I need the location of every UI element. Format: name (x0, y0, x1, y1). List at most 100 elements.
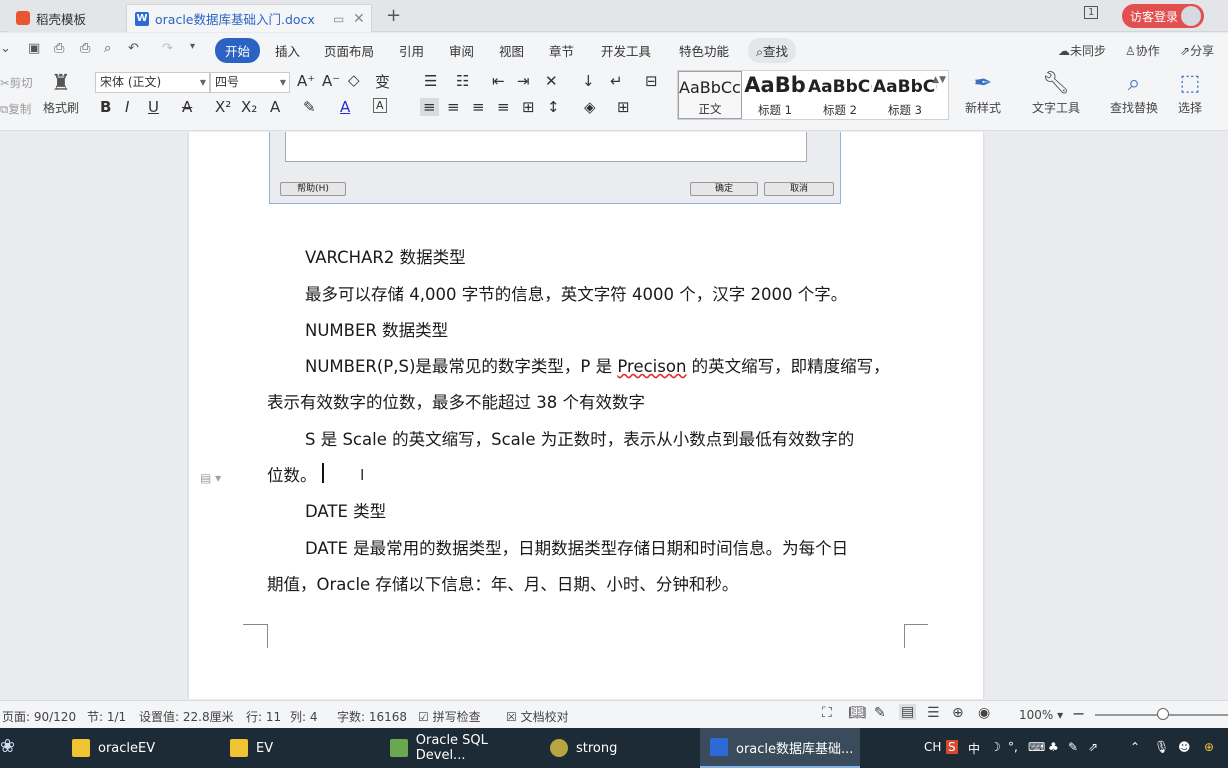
tab-templates[interactable]: 稻壳模板 (8, 4, 124, 32)
ime-mode-icon[interactable]: 中 (968, 740, 980, 757)
tab-document[interactable]: W oracle数据库基础入门.docx ▭ ✕ (126, 4, 372, 32)
menu-review[interactable]: 审阅 (449, 41, 474, 60)
style-heading-1[interactable]: AaBb 标题 1 (743, 71, 807, 119)
proofread-button[interactable]: ☒ 文档校对 (506, 708, 569, 725)
sort-icon[interactable]: ↓ (582, 72, 595, 90)
paragraph-varchar2-desc[interactable]: 最多可以存储 4,000 字节的信息，英文字符 4000 个，汉字 2000 个… (305, 281, 847, 305)
table-layout-icon[interactable]: ⊟ (645, 72, 658, 90)
numbering-icon[interactable]: ☷ (456, 72, 469, 90)
distribute-icon[interactable]: ⊞ (522, 98, 535, 116)
qq-icon[interactable]: ☻ (1178, 740, 1191, 754)
chevron-up-icon[interactable]: ⌃ (1130, 740, 1140, 754)
close-tab-icon[interactable]: ✕ (353, 11, 365, 27)
task-oracleev[interactable]: oracleEV (62, 728, 212, 768)
menu-layout[interactable]: 页面布局 (324, 41, 374, 60)
punct-icon[interactable]: °, (1008, 740, 1018, 754)
add-icon[interactable]: ⊕ (1204, 740, 1214, 754)
chevron-down-icon[interactable]: ⌄ (0, 41, 11, 56)
start-icon[interactable]: ❀ (0, 736, 15, 757)
decrease-indent-icon[interactable]: ⇤ (492, 72, 505, 90)
microphone-icon[interactable]: 🎙︎ (1154, 740, 1169, 754)
status-page[interactable]: 页面: 90/120 (2, 708, 76, 725)
bullets-icon[interactable]: ☰ (424, 72, 437, 90)
subscript-icon[interactable]: X₂ (241, 98, 257, 116)
page-view-icon[interactable]: ▤ (899, 704, 917, 720)
align-center-icon[interactable]: ≡ (447, 98, 460, 116)
paragraph-number-heading[interactable]: NUMBER 数据类型 (305, 317, 448, 341)
find-replace-button[interactable]: ⌕ 查找替换 (1104, 71, 1164, 116)
login-button[interactable]: 访客登录 (1122, 4, 1204, 28)
font-color-icon[interactable]: A (340, 98, 350, 116)
edit-mode-icon[interactable]: ✎ (874, 705, 886, 721)
reading-mode-icon[interactable]: 📖︎ (848, 705, 866, 721)
customize-icon[interactable]: ▾ (190, 41, 195, 52)
task-wps-document[interactable]: oracle数据库基础... (700, 728, 860, 768)
restore-tab-icon[interactable]: ▭ (333, 12, 344, 26)
document-area[interactable]: 帮助(H) 确定 取消 VARCHAR2 数据类型 最多可以存储 4,000 字… (0, 132, 1228, 699)
paragraph-options-icon[interactable]: ▤ ▾ (200, 471, 221, 485)
undo-icon[interactable]: ↶ (128, 41, 139, 56)
task-ev[interactable]: EV (220, 728, 370, 768)
new-tab-button[interactable]: + (386, 5, 401, 26)
style-heading-2[interactable]: AaBbC( 标题 2 (808, 71, 872, 119)
menu-insert[interactable]: 插入 (275, 41, 300, 60)
line-spacing-icon[interactable]: ↕ (547, 98, 560, 116)
font-name-select[interactable]: 宋体 (正文) ▼ (95, 72, 210, 93)
open-icon[interactable]: ⇗ (1088, 740, 1098, 754)
paragraph-date-desc-cont[interactable]: 期值，Oracle 存储以下信息：年、月、日期、小时、分钟和秒。 (267, 571, 738, 595)
font-size-select[interactable]: 四号 ▼ (210, 72, 290, 93)
select-button[interactable]: ⬚ 选择 (1170, 71, 1210, 116)
chinese-layout-icon[interactable]: ✕ (545, 72, 558, 90)
save-icon[interactable]: ▣ (28, 41, 40, 56)
increase-indent-icon[interactable]: ⇥ (517, 72, 530, 90)
style-normal[interactable]: AaBbCcI 正文 (678, 71, 742, 119)
task-sql-developer[interactable]: Oracle SQL Devel... (380, 728, 540, 768)
search-button[interactable]: ⌕查找 (748, 38, 797, 63)
zoom-slider-knob[interactable] (1157, 708, 1169, 720)
share-button[interactable]: ⇗分享 (1180, 42, 1214, 59)
text-tools-button[interactable]: 🔧︎ 文字工具 (1026, 71, 1086, 116)
redo-icon[interactable]: ↷ (162, 41, 173, 56)
preview-icon[interactable]: ⌕ (104, 41, 111, 56)
align-right-icon[interactable]: ≡ (472, 98, 485, 116)
settings-icon[interactable]: ♣ (1048, 740, 1059, 754)
keyboard-icon[interactable]: ⌨ (1028, 740, 1045, 754)
spelling-error-text[interactable]: Precison (617, 357, 686, 376)
align-left-icon[interactable]: ≡ (420, 98, 439, 116)
menu-developer[interactable]: 开发工具 (601, 41, 651, 60)
strikethrough-icon[interactable]: A (182, 98, 192, 116)
print-preview-icon[interactable]: ⎙ (54, 41, 64, 56)
justify-icon[interactable]: ≡ (497, 98, 510, 116)
fullscreen-icon[interactable]: ⛶ (822, 705, 832, 721)
moon-icon[interactable]: ☽ (990, 740, 1001, 754)
menu-references[interactable]: 引用 (399, 41, 424, 60)
highlight-icon[interactable]: ✎ (303, 98, 316, 116)
new-style-button[interactable]: ✒ 新样式 (958, 71, 1008, 116)
sync-status[interactable]: ☁未同步 (1058, 42, 1106, 59)
outline-view-icon[interactable]: ☰ (927, 705, 940, 721)
borders-icon[interactable]: ⊞ (617, 98, 630, 116)
paragraph-scale-desc[interactable]: S 是 Scale 的英文缩写，Scale 为正数时，表示从小数点到最低有效数字… (305, 426, 854, 450)
paragraph-scale-desc-cont[interactable]: 位数。 (267, 462, 317, 486)
text-effect-icon[interactable]: A (270, 98, 280, 116)
spell-check-button[interactable]: ☑ 拼写检查 (418, 708, 481, 725)
ime-icon[interactable]: S (946, 740, 958, 754)
eye-protect-icon[interactable]: ◉ (978, 705, 990, 721)
menu-special[interactable]: 特色功能 (679, 41, 729, 60)
print-icon[interactable]: ⎙ (80, 41, 90, 56)
grow-font-icon[interactable]: A⁺ (297, 72, 315, 90)
cut-button[interactable]: ✂剪切 (0, 75, 33, 91)
paragraph-number-desc-cont[interactable]: 表示有效数字的位数，最多不能超过 38 个有效数字 (267, 389, 645, 413)
superscript-icon[interactable]: X² (215, 98, 231, 116)
show-marks-icon[interactable]: ↵ (610, 72, 623, 90)
status-words[interactable]: 字数: 16168 (337, 708, 407, 725)
wrench-icon[interactable]: ✎ (1068, 740, 1078, 754)
underline-icon[interactable]: U (148, 98, 159, 116)
menu-chapter[interactable]: 章节 (549, 41, 574, 60)
shading-icon[interactable]: ◈ (584, 98, 596, 116)
menu-home[interactable]: 开始 (215, 38, 261, 63)
paragraph-date-desc[interactable]: DATE 是最常用的数据类型，日期数据类型存储日期和时间信息。为每个日 (305, 535, 848, 559)
bold-icon[interactable]: B (100, 98, 111, 116)
copy-button[interactable]: ⧉复制 (0, 101, 31, 117)
paragraph-date-heading[interactable]: DATE 类型 (305, 498, 386, 522)
